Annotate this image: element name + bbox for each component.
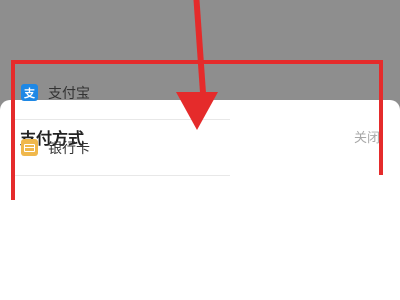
annotation-arrow-head-icon: [176, 92, 218, 130]
fade-overlay: [230, 175, 390, 300]
